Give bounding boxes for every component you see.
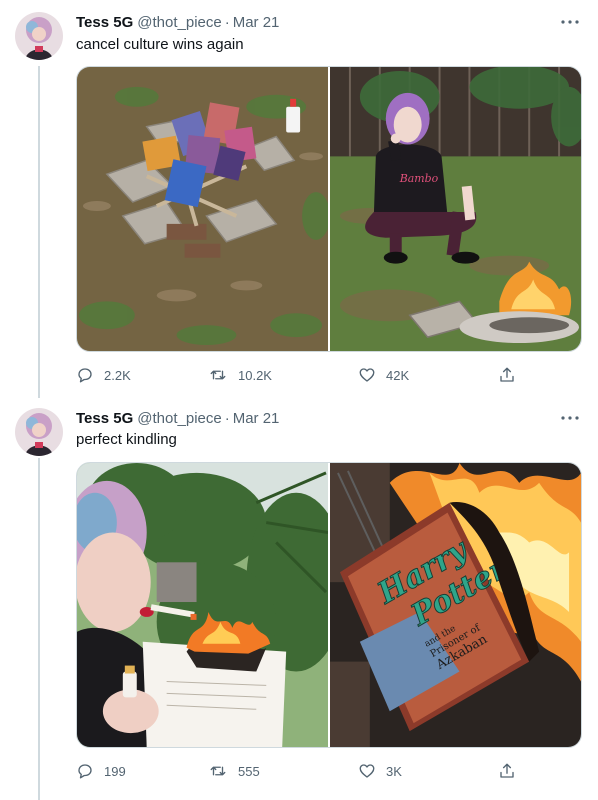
retweet-button[interactable]: 10.2K bbox=[208, 366, 358, 384]
reply-bubble-icon bbox=[78, 368, 92, 383]
tweet-actions: 2.2K 10.2K 42K bbox=[76, 363, 516, 387]
heart-icon bbox=[359, 368, 375, 382]
more-horizontal-icon[interactable] bbox=[558, 12, 582, 32]
share-button[interactable] bbox=[498, 762, 516, 780]
retweet-count: 555 bbox=[238, 763, 260, 779]
share-button[interactable] bbox=[498, 366, 516, 384]
thread-connector-line bbox=[38, 458, 40, 800]
reply-button[interactable]: 2.2K bbox=[76, 366, 206, 384]
reply-count: 199 bbox=[104, 763, 126, 779]
author-display-name[interactable]: Tess 5G bbox=[76, 14, 133, 31]
tweet-header: Tess 5G @thot_piece · Mar 21 bbox=[76, 408, 588, 428]
reply-bubble-icon bbox=[78, 764, 92, 779]
burning-book-cover-photo[interactable]: Harry Potter and the Prisoner of Azkaban bbox=[330, 463, 581, 747]
reply-count: 2.2K bbox=[104, 367, 131, 383]
like-button[interactable]: 42K bbox=[358, 366, 498, 384]
author-display-name[interactable]: Tess 5G bbox=[76, 410, 133, 427]
media-grid[interactable]: Bambo bbox=[76, 66, 582, 352]
like-count: 42K bbox=[386, 367, 410, 383]
books-on-firepit-photo[interactable] bbox=[77, 67, 328, 351]
thread-connector-line bbox=[38, 66, 40, 398]
tweet[interactable]: Tess 5G @thot_piece · Mar 21 perfect kin… bbox=[0, 398, 598, 800]
tweet-date[interactable]: Mar 21 bbox=[233, 14, 280, 31]
media-grid[interactable]: Harry Potter and the Prisoner of Azkaban bbox=[76, 462, 582, 748]
share-icon bbox=[500, 367, 514, 382]
share-icon bbox=[500, 763, 514, 778]
tweet-actions: 199 555 3K bbox=[76, 759, 516, 783]
heart-icon bbox=[359, 764, 375, 778]
tweet[interactable]: Tess 5G @thot_piece · Mar 21 cancel cult… bbox=[0, 0, 598, 398]
separator-dot: · bbox=[224, 13, 230, 31]
woman-posing-by-fire-photo[interactable]: Bambo bbox=[330, 67, 581, 351]
avatar[interactable] bbox=[15, 12, 63, 60]
retweet-icon bbox=[210, 370, 226, 380]
tweet-date[interactable]: Mar 21 bbox=[233, 410, 280, 427]
author-handle[interactable]: @thot_piece bbox=[137, 410, 221, 427]
tweet-header: Tess 5G @thot_piece · Mar 21 bbox=[76, 12, 588, 32]
like-count: 3K bbox=[386, 763, 402, 779]
reply-button[interactable]: 199 bbox=[76, 762, 206, 780]
avatar[interactable] bbox=[15, 408, 63, 456]
like-button[interactable]: 3K bbox=[358, 762, 498, 780]
tweet-text: perfect kindling bbox=[76, 431, 177, 448]
retweet-icon bbox=[210, 766, 226, 776]
retweet-count: 10.2K bbox=[238, 367, 272, 383]
retweet-button[interactable]: 555 bbox=[208, 762, 358, 780]
separator-dot: · bbox=[224, 409, 230, 427]
author-handle[interactable]: @thot_piece bbox=[137, 14, 221, 31]
tweet-text: cancel culture wins again bbox=[76, 36, 244, 53]
svg-text:Bambo: Bambo bbox=[399, 172, 439, 185]
more-horizontal-icon[interactable] bbox=[558, 408, 582, 428]
lighting-cigarette-on-burning-page-photo[interactable] bbox=[77, 463, 328, 747]
